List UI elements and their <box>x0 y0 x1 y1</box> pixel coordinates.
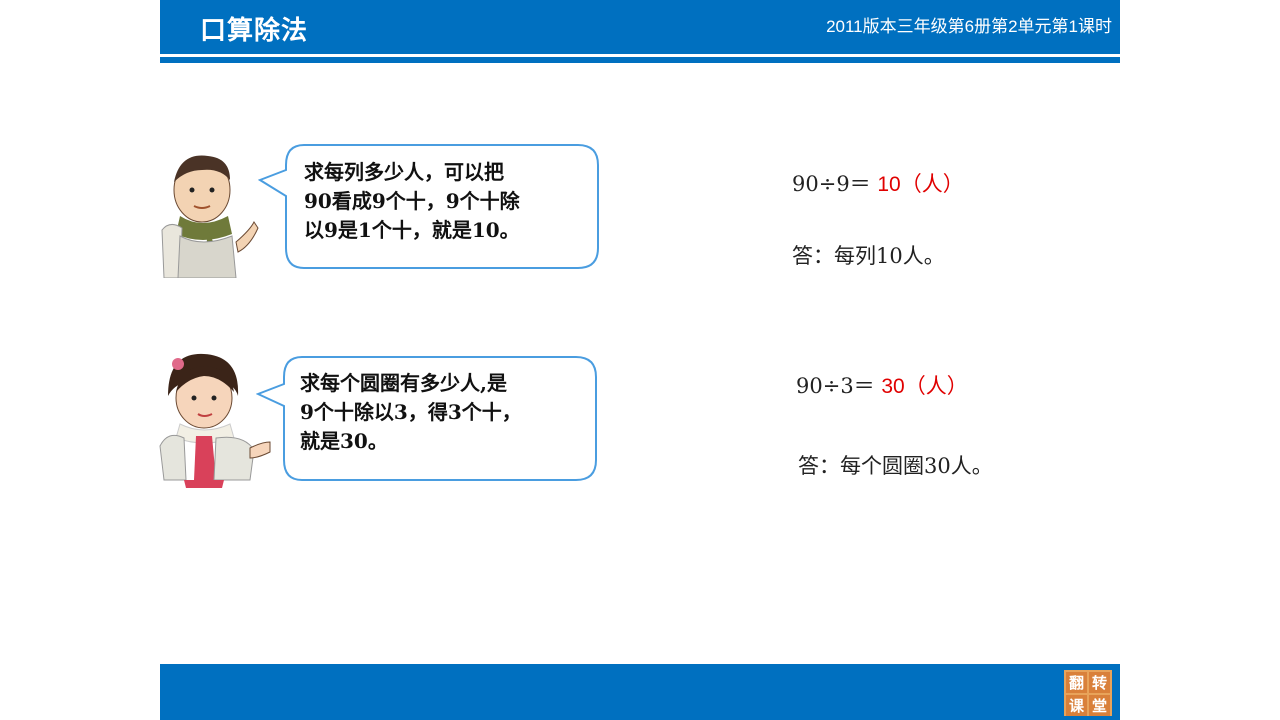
bubble-line: 以9是1个十，就是10。 <box>304 218 520 242</box>
boy-illustration <box>150 150 260 278</box>
equation-expression: 90÷3＝ <box>796 374 875 398</box>
logo-char: 转 <box>1089 672 1110 693</box>
flipped-classroom-logo: 翻 转 课 堂 <box>1064 670 1112 716</box>
equation: 90÷3＝ 30（人） <box>796 370 968 400</box>
bubble-text: 求每个圆圈有多少人,是 9个十除以3，得3个十， 就是30。 <box>300 369 522 456</box>
page-title: 口算除法 <box>200 16 309 46</box>
equation-answer: 30 <box>881 375 905 398</box>
logo-char: 翻 <box>1066 672 1087 693</box>
slide: 口算除法 2011版本三年级第6册第2单元第1课时 求每列多少人，可以把 90看… <box>159 0 1120 720</box>
logo-char: 堂 <box>1089 695 1110 716</box>
speech-bubble: 求每个圆圈有多少人,是 9个十除以3，得3个十， 就是30。 <box>256 356 598 482</box>
equation-unit: （人） <box>904 374 968 398</box>
equation: 90÷9＝ 10（人） <box>792 168 964 198</box>
equation-expression: 90÷9＝ <box>792 172 871 196</box>
bubble-line: 求每列多少人，可以把 <box>304 160 504 184</box>
bubble-line: 就是30。 <box>300 429 388 453</box>
bubble-line: 9个十除以3，得3个十， <box>300 400 522 424</box>
lesson-subtitle: 2011版本三年级第6册第2单元第1课时 <box>826 17 1112 36</box>
footer-bar: 翻 转 课 堂 <box>160 664 1120 720</box>
equation-answer: 10 <box>877 173 901 196</box>
bubble-line: 90看成9个十，9个十除 <box>304 189 520 213</box>
answer-sentence: 答：每个圆圈30人。 <box>798 454 993 478</box>
bubble-text: 求每列多少人，可以把 90看成9个十，9个十除 以9是1个十，就是10。 <box>304 158 520 245</box>
bubble-line: 求每个圆圈有多少人,是 <box>300 371 507 395</box>
header-divider <box>160 57 1120 63</box>
answer-sentence: 答：每列10人。 <box>792 244 945 268</box>
equation-unit: （人） <box>900 172 964 196</box>
speech-bubble: 求每列多少人，可以把 90看成9个十，9个十除 以9是1个十，就是10。 <box>258 144 600 270</box>
header-bar: 口算除法 2011版本三年级第6册第2单元第1课时 <box>160 0 1120 54</box>
logo-char: 课 <box>1066 695 1087 716</box>
